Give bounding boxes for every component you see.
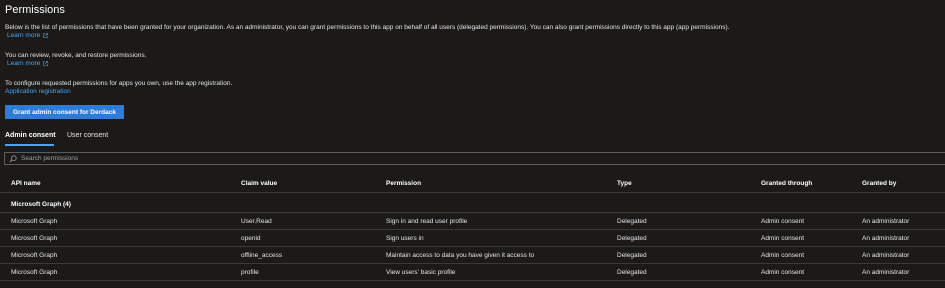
column-header-type[interactable]: Type (617, 180, 632, 187)
column-header-granted-through[interactable]: Granted through (761, 180, 812, 187)
search-input[interactable] (21, 155, 321, 162)
learn-more-label: Learn more (7, 60, 41, 67)
column-header-permission[interactable]: Permission (386, 180, 421, 187)
cell-granted-through: Admin consent (761, 269, 804, 276)
learn-more-label: Learn more (7, 32, 41, 39)
cell-granted-by: An administrator (862, 252, 910, 259)
row-divider (0, 263, 945, 264)
cell-permission: Sign users in (386, 235, 424, 242)
configure-description: To configure requested permissions for a… (5, 80, 233, 87)
review-description: You can review, revoke, and restore perm… (5, 52, 147, 59)
cell-api-name: Microsoft Graph (11, 252, 58, 259)
row-divider (0, 280, 945, 281)
cell-granted-by: An administrator (862, 218, 910, 225)
column-header-api-name[interactable]: API name (11, 180, 41, 187)
cell-claim-value[interactable]: profile (241, 269, 259, 276)
row-divider (0, 212, 945, 213)
application-registration-link[interactable]: Application registration (5, 88, 71, 95)
external-link-icon (43, 32, 49, 38)
cell-type: Delegated (617, 235, 647, 242)
column-header-claim-value[interactable]: Claim value (241, 180, 277, 187)
cell-granted-through: Admin consent (761, 235, 804, 242)
active-tab-underline (5, 144, 54, 146)
cell-claim-value[interactable]: openid (241, 235, 261, 242)
group-header-microsoft-graph[interactable]: Microsoft Graph (4) (11, 201, 71, 208)
tab-user-consent[interactable]: User consent (67, 132, 108, 139)
row-divider (0, 229, 945, 230)
cell-claim-value[interactable]: offline_access (241, 252, 282, 259)
column-header-granted-by[interactable]: Granted by (862, 180, 896, 187)
learn-more-link-2[interactable]: Learn more (7, 60, 49, 67)
search-box[interactable] (4, 152, 945, 165)
grant-admin-consent-button[interactable]: Grant admin consent for Derdack (5, 105, 124, 119)
cell-claim-value[interactable]: User.Read (241, 218, 272, 225)
cell-api-name: Microsoft Graph (11, 269, 58, 276)
cell-type: Delegated (617, 269, 647, 276)
cell-api-name: Microsoft Graph (11, 235, 58, 242)
cell-permission: View users' basic profile (386, 269, 456, 276)
cell-granted-through: Admin consent (761, 218, 804, 225)
search-icon (9, 154, 17, 162)
cell-permission: Maintain access to data you have given i… (386, 252, 535, 259)
row-divider (0, 246, 945, 247)
cell-api-name: Microsoft Graph (11, 218, 58, 225)
tab-admin-consent[interactable]: Admin consent (5, 132, 56, 139)
intro-description: Below is the list of permissions that ha… (5, 24, 730, 31)
page-title: Permissions (5, 4, 65, 16)
cell-granted-by: An administrator (862, 269, 910, 276)
external-link-icon (43, 60, 49, 66)
cell-granted-through: Admin consent (761, 252, 804, 259)
learn-more-link-1[interactable]: Learn more (7, 32, 49, 39)
cell-granted-by: An administrator (862, 235, 910, 242)
cell-type: Delegated (617, 218, 647, 225)
cell-permission: Sign in and read user profile (386, 218, 468, 225)
header-divider (0, 192, 945, 193)
cell-type: Delegated (617, 252, 647, 259)
